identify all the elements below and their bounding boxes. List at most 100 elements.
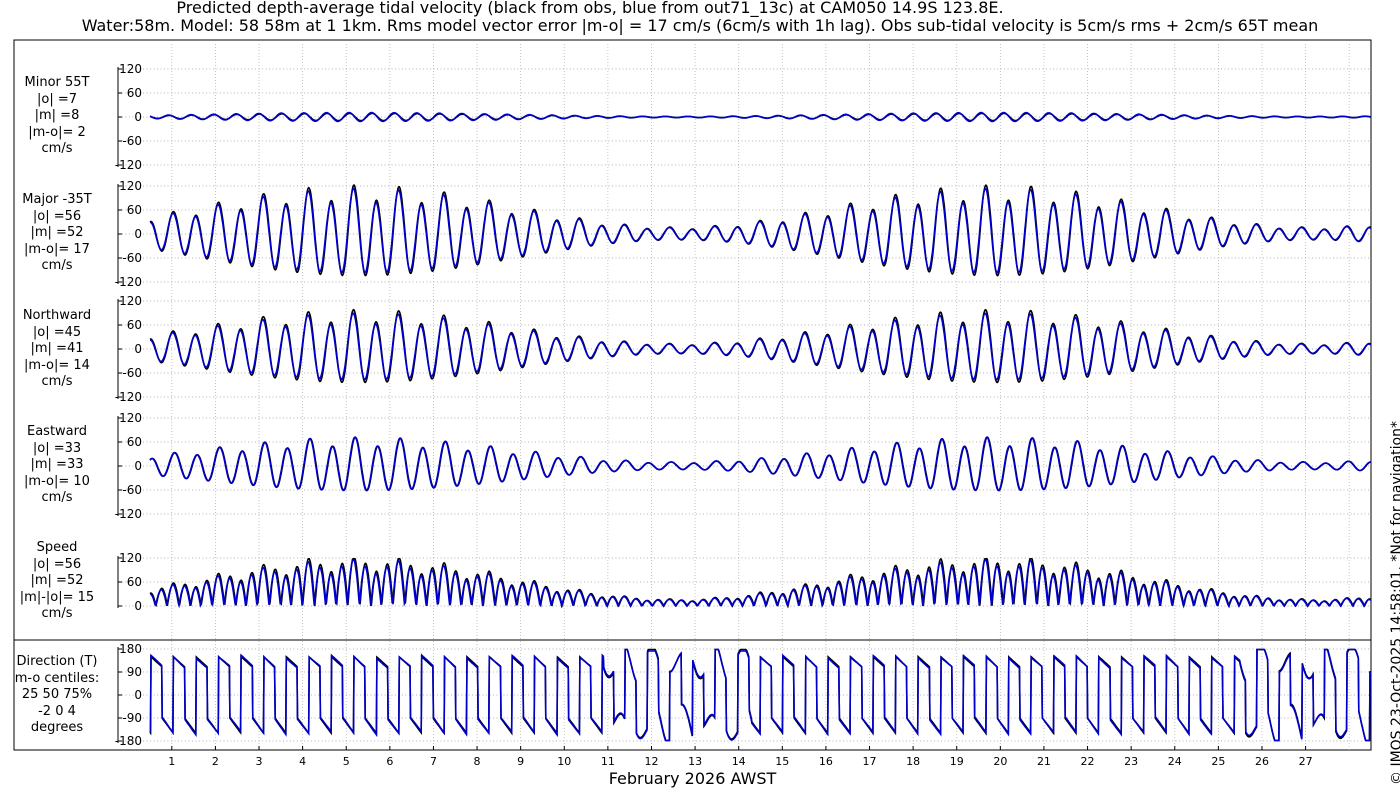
panel-label-line: |o| =56 [32,208,82,224]
panel-label-line: Minor 55T [24,75,90,90]
east-obs-line [149,436,1372,492]
north-obs-line [149,308,1372,384]
x-tick-label: 8 [474,755,481,768]
panel-label-line: Eastward [26,424,88,439]
y-tick-label: -90 [122,711,142,725]
x-tick-label: 6 [386,755,393,768]
y-tick-label: 0 [134,227,142,241]
x-tick-label: 16 [819,755,833,768]
panel-label-line: m-o centiles: [14,670,100,686]
major-obs-line [149,184,1372,277]
x-axis-label: February 2026 AWST [608,769,777,788]
northward-panel-label: Northward |o| =45 |m| =41 |m-o|= 14 cm/s [14,308,100,391]
x-tick-label: 11 [601,755,615,768]
y-tick-label: 120 [119,551,142,565]
direction-model-line [149,648,1372,742]
y-tick-label: -60 [122,366,142,380]
y-tick-label: -120 [115,275,142,289]
speed-model-line [149,558,1372,609]
x-tick-label: 9 [517,755,524,768]
y-tick-label: 60 [127,86,142,100]
panel-label-line: |m-o|= 2 [28,124,86,140]
chart-subtitle: Water:58m. Model: 58 58m at 1 1km. Rms m… [81,16,1319,35]
speed-panel-label: Speed |o| =56 |m| =52 |m|-|o|= 15 cm/s [14,540,100,623]
x-tick-label: 20 [993,755,1007,768]
x-tick-label: 13 [688,755,702,768]
chart-title: Predicted depth-average tidal velocity (… [176,0,1004,17]
y-tick-label: -180 [115,734,142,748]
panel-label-line: 25 50 75% [21,687,93,702]
x-tick-label: 24 [1168,755,1182,768]
x-tick-label: 4 [299,755,306,768]
major-panel-label: Major -35T |o| =56 |m| =52 |m-o|= 17 cm/… [14,192,100,275]
minor-panel-label: Minor 55T |o| =7 |m| =8 |m-o|= 2 cm/s [14,75,100,158]
x-tick-label: 18 [906,755,920,768]
north-model-line [149,312,1372,381]
panel-label-line: |o| =33 [32,440,82,456]
panel-label-line: cm/s [41,606,73,621]
y-tick-label: 120 [119,62,142,76]
major-model-line [149,187,1372,274]
y-tick-label: 0 [134,459,142,473]
y-tick-label: 0 [134,110,142,124]
y-tick-label: 60 [127,203,142,217]
panel-label-line: cm/s [41,490,73,505]
panel-label-line: Northward [22,308,92,323]
x-tick-label: 12 [644,755,658,768]
panel-label-line: -2 0 4 [38,703,76,719]
panel-label-line: |m| =52 [30,225,84,240]
y-tick-label: 60 [127,575,142,589]
panel-label-line: |m-o|= 17 [24,241,90,257]
x-tick-label: 1 [168,755,175,768]
panel-label-line: cm/s [41,258,73,273]
x-tick-label: 26 [1255,755,1269,768]
y-tick-label: 0 [134,342,142,356]
x-tick-label: 5 [343,755,350,768]
x-tick-label: 23 [1124,755,1138,768]
eastward-panel-label: Eastward |o| =33 |m| =33 |m-o|= 10 cm/s [14,424,100,507]
panel-label-line: |m| =8 [34,108,80,123]
y-tick-label: 0 [134,599,142,613]
y-tick-label: 60 [127,318,142,332]
x-tick-label: 19 [950,755,964,768]
panel-label-line: cm/s [41,374,73,389]
panel-label-line: |m| =33 [30,457,84,472]
credit-text: © IMOS 23-Oct-2025 14:58:01. *Not for na… [1389,421,1400,785]
y-tick-label: 120 [119,294,142,308]
x-tick-label: 22 [1081,755,1095,768]
panel-label-line: |m-o|= 10 [24,473,90,489]
y-tick-label: 120 [119,179,142,193]
x-tick-label: 3 [256,755,263,768]
panel-label-line: Speed [36,540,78,555]
panel-label-line: |m| =41 [30,341,84,356]
y-tick-label: -60 [122,134,142,148]
panel-label-line: |o| =56 [32,556,82,572]
x-tick-label: 25 [1211,755,1225,768]
panel-label-line: Major -35T [22,192,92,207]
east-model-line [149,436,1371,492]
y-tick-label: -120 [115,507,142,521]
y-tick-label: -60 [122,251,142,265]
x-tick-label: 14 [732,755,746,768]
panel-label-line: |m|-|o|= 15 [19,589,95,605]
x-tick-label: 2 [212,755,219,768]
panel-label-line: |o| =45 [32,324,82,340]
x-tick-label: 21 [1037,755,1051,768]
y-tick-label: 90 [127,665,142,679]
panel-label-line: cm/s [41,141,73,156]
x-tick-label: 10 [557,755,571,768]
tidal-velocity-chart: 1 2 3 4 5 6 7 8 9 10 11 12 13 14 15 16 17 18 19 20 21 22 23 24 2… [13,39,1372,768]
upper-frame [13,39,1372,641]
x-tick-label: 17 [863,755,877,768]
x-tick-label: 7 [430,755,437,768]
x-tick-label: 15 [775,755,789,768]
direction-panel-label: Direction (T) m-o centiles: 25 50 75% -2… [14,654,100,737]
panel-label-line: degrees [30,720,84,735]
panel-label-line: |m-o|= 14 [24,357,90,373]
panel-label-line: |m| =52 [30,573,84,588]
y-tick-label: -120 [115,390,142,404]
y-tick-label: -60 [122,483,142,497]
x-tick-label: 27 [1299,755,1313,768]
y-tick-label: 60 [127,435,142,449]
y-tick-label: -120 [115,158,142,172]
